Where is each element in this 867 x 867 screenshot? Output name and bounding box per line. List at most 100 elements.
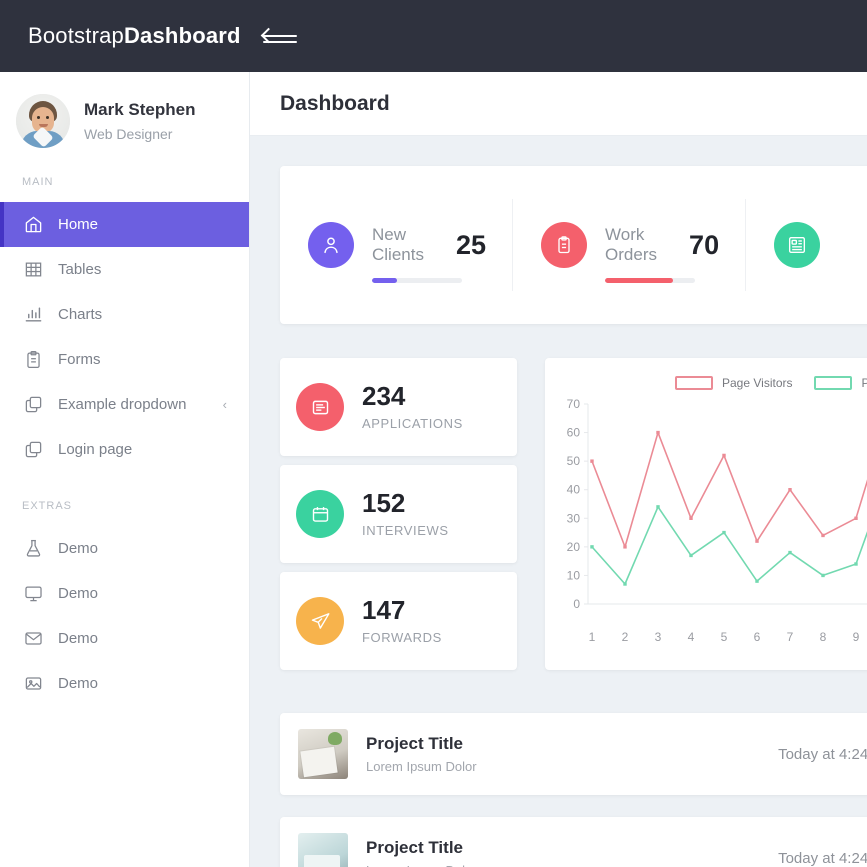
dashboard-content: New Clients 25 Work Orders 70 234 APPLIC… (250, 136, 867, 867)
project-list-item[interactable]: Project Title Lorem Ipsum Dolor Today at… (280, 817, 867, 867)
project-title: Project Title (366, 734, 463, 753)
svg-text:70: 70 (567, 398, 581, 411)
stat-cell-new-clients[interactable]: New Clients 25 (280, 199, 514, 291)
x-axis-tick-label: 7 (786, 630, 794, 644)
chart-legend: Page Visitors Page Views (675, 376, 867, 390)
project-list: Project Title Lorem Ipsum Dolor Today at… (280, 713, 867, 867)
svg-text:30: 30 (567, 511, 581, 525)
brand-name-bold: Dashboard (123, 23, 241, 48)
sidebar-profile[interactable]: Mark Stephen Web Designer (0, 72, 249, 148)
middle-row: 234 APPLICATIONS 152 INTERVIEWS 147 FORW… (280, 358, 867, 679)
legend-item-page-visitors[interactable]: Page Visitors (675, 376, 792, 390)
newspaper-thumbnail (298, 729, 348, 779)
svg-text:40: 40 (567, 483, 581, 497)
project-date: Today at 4:24 AM (778, 849, 867, 867)
sidebar-item-label: Example dropdown (58, 396, 187, 413)
envelope-icon (22, 628, 44, 650)
desk-thumbnail (298, 833, 348, 867)
mini-card-applications[interactable]: 234 APPLICATIONS (280, 358, 517, 456)
project-subtitle: Lorem Ipsum Dolor (366, 863, 666, 867)
copy-icon (22, 439, 44, 461)
sidebar-item-login-page[interactable]: Login page (0, 427, 249, 472)
grid-icon (22, 259, 44, 281)
mini-card-caption: APPLICATIONS (362, 415, 463, 431)
sidebar-item-forms[interactable]: Forms (0, 337, 249, 382)
x-axis-tick-label: 5 (720, 630, 728, 644)
sidebar-item-home[interactable]: Home (0, 202, 249, 247)
mini-card-forwards[interactable]: 147 FORWARDS (280, 572, 517, 670)
calendar-icon (296, 490, 344, 538)
progress-bar-work-orders (605, 278, 696, 283)
page-traffic-chart-card: Page Visitors Page Views 010203040506070… (545, 358, 867, 670)
sidebar-item-demo-envelope[interactable]: Demo (0, 616, 249, 661)
sidebar-item-label: Demo (58, 630, 99, 647)
mini-card-caption: INTERVIEWS (362, 522, 449, 538)
clipboard-icon (22, 349, 44, 371)
project-list-item[interactable]: Project Title Lorem Ipsum Dolor Today at… (280, 713, 867, 795)
sidebar-item-label: Forms (58, 351, 101, 368)
sidebar-item-example-dropdown[interactable]: Example dropdown ‹ (0, 382, 249, 427)
mini-card-interviews[interactable]: 152 INTERVIEWS (280, 465, 517, 563)
home-icon (22, 214, 44, 236)
mini-stats-column: 234 APPLICATIONS 152 INTERVIEWS 147 FORW… (280, 358, 517, 679)
x-axis-tick-label: 4 (687, 630, 695, 644)
image-icon (22, 673, 44, 695)
profile-role: Web Designer (84, 125, 173, 142)
chart-x-axis: 123456789101112 (545, 630, 867, 650)
progress-bar-new-clients (372, 278, 462, 283)
x-axis-tick-label: 8 (819, 630, 827, 644)
legend-swatch (814, 376, 853, 390)
legend-swatch (675, 376, 713, 390)
legend-item-page-views[interactable]: Page Views (814, 376, 867, 390)
mini-card-value: 234 (362, 381, 406, 412)
sidebar-item-demo-monitor[interactable]: Demo (0, 571, 249, 616)
stat-cell-third[interactable] (746, 199, 867, 291)
sidebar-item-label: Tables (58, 261, 102, 278)
stat-summary-strip: New Clients 25 Work Orders 70 (280, 166, 867, 324)
stat-label: New Clients (372, 224, 424, 264)
sidebar-item-label: Charts (58, 306, 103, 323)
sidebar-section-label-extras: EXTRAS (22, 500, 73, 512)
menu-collapse-icon[interactable] (260, 25, 297, 47)
flask-icon (22, 538, 44, 560)
sidebar-item-label: Home (58, 216, 99, 233)
sidebar-item-label: Demo (58, 585, 99, 602)
monitor-icon (22, 583, 44, 605)
sidebar-item-tables[interactable]: Tables (0, 247, 249, 292)
server-icon (296, 383, 344, 431)
chevron-left-icon[interactable]: ‹ (223, 397, 227, 412)
page-header: Dashboard (250, 72, 867, 136)
x-axis-tick-label: 2 (621, 630, 629, 644)
legend-label: Page Visitors (722, 376, 793, 390)
legend-label: Page Views (861, 376, 867, 390)
sidebar-menu-main: Home Tables Charts Forms Example dropdow (0, 202, 249, 472)
top-navigation-bar: BootstrapDashboard (0, 0, 867, 72)
x-axis-tick-label: 9 (852, 630, 860, 644)
sidebar-item-label: Demo (58, 675, 99, 692)
svg-text:50: 50 (567, 454, 581, 468)
clipboard-icon (541, 222, 588, 268)
project-subtitle: Lorem Ipsum Dolor (366, 759, 477, 774)
sidebar-item-demo-flask[interactable]: Demo (0, 526, 249, 571)
page-title: Dashboard (280, 91, 390, 115)
sidebar-item-label: Demo (58, 540, 99, 557)
avatar (16, 94, 70, 148)
user-icon (308, 222, 354, 268)
stat-value: 70 (689, 229, 720, 260)
news-icon (774, 222, 821, 268)
svg-text:60: 60 (567, 426, 581, 440)
stat-cell-work-orders[interactable]: Work Orders 70 (513, 199, 747, 291)
project-title: Project Title (366, 838, 463, 857)
x-axis-tick-label: 1 (588, 630, 596, 644)
mini-card-value: 147 (362, 595, 406, 626)
copy-icon (22, 394, 44, 416)
sidebar-item-demo-image[interactable]: Demo (0, 661, 249, 706)
brand-name-light: Bootstrap (28, 23, 124, 48)
brand-logo[interactable]: BootstrapDashboard (28, 23, 241, 49)
project-date: Today at 4:24 AM (778, 745, 867, 763)
sidebar-item-charts[interactable]: Charts (0, 292, 249, 337)
svg-text:0: 0 (573, 597, 580, 611)
mini-card-caption: FORWARDS (362, 629, 442, 645)
sidebar: Mark Stephen Web Designer MAIN Home Tabl… (0, 72, 250, 867)
sidebar-item-label: Login page (58, 441, 133, 458)
